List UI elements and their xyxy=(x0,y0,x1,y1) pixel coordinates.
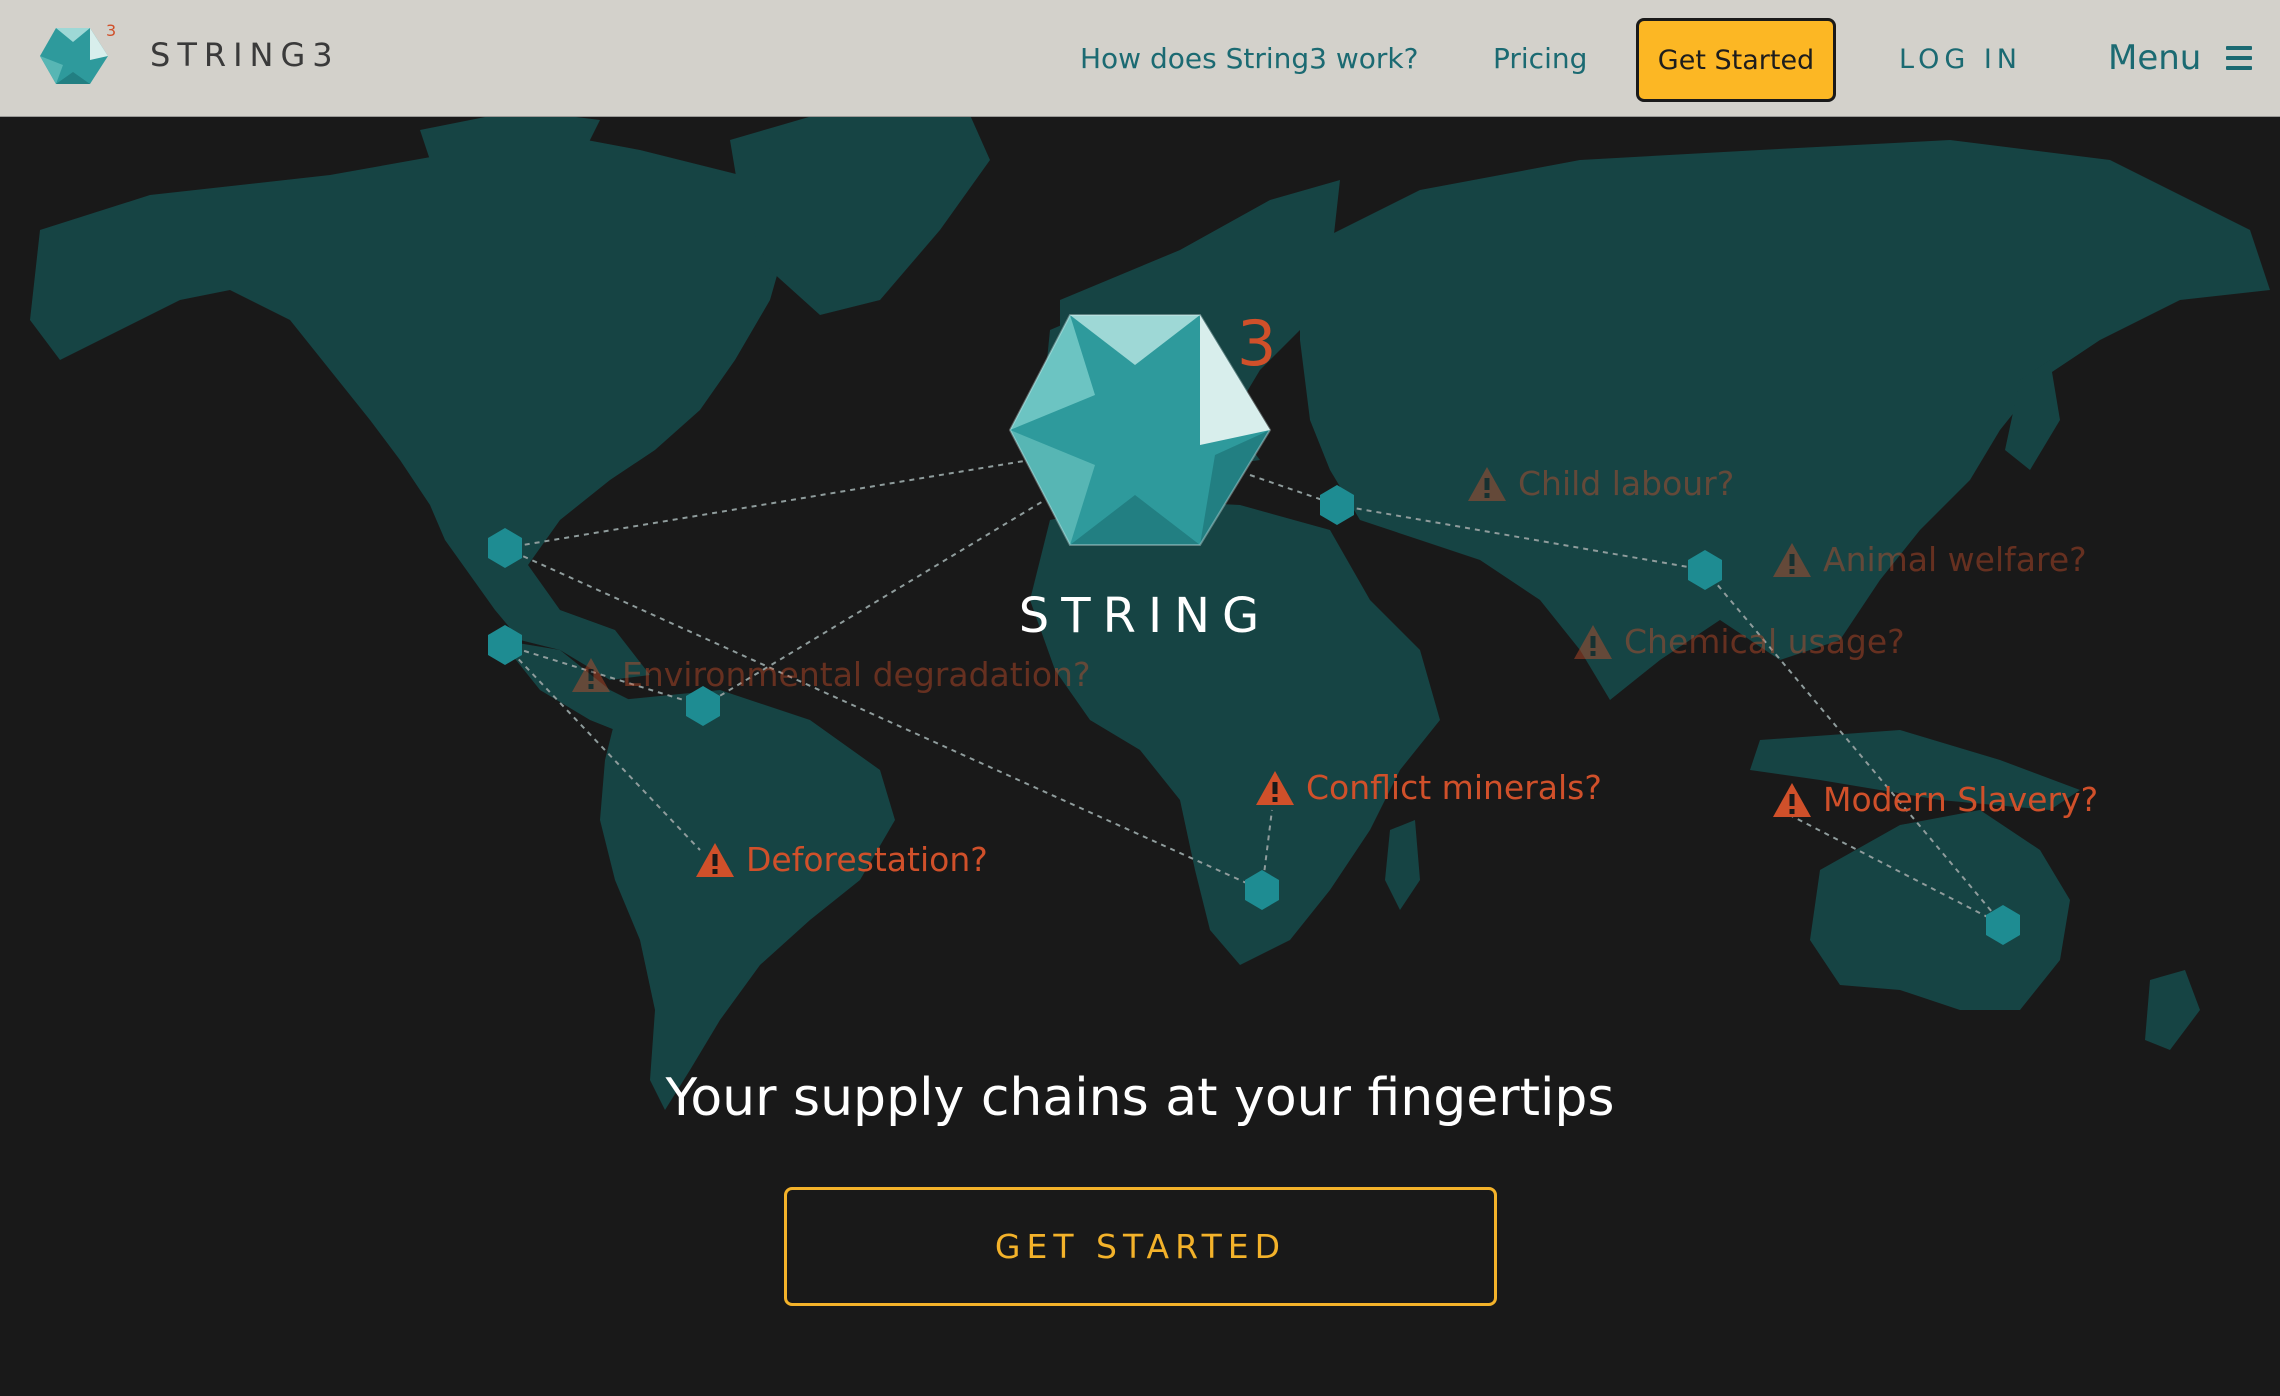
warning-icon xyxy=(696,842,734,877)
issue-label: Environmental degradation? xyxy=(622,655,1091,694)
logo-superscript: 3 xyxy=(1237,307,1276,380)
issue-label: Animal welfare? xyxy=(1823,540,2087,579)
hamburger-menu-icon[interactable] xyxy=(2226,46,2252,70)
warning-icon xyxy=(1773,542,1811,577)
issue-label: Deforestation? xyxy=(746,840,988,879)
warning-icon xyxy=(1773,782,1811,817)
north-america-landmass xyxy=(30,135,790,680)
issue-deforestation: Deforestation? xyxy=(694,840,988,879)
menu-button[interactable]: Menu xyxy=(2108,38,2201,78)
login-link[interactable]: LOG IN xyxy=(1899,44,2022,75)
warning-icon xyxy=(1468,466,1506,501)
warning-icon xyxy=(572,657,610,692)
issue-label: Child labour? xyxy=(1518,464,1735,503)
logo-title: STRING xyxy=(1018,588,1272,644)
string-logo-hexagon: 3 xyxy=(1008,307,1276,546)
issue-label: Conflict minerals? xyxy=(1306,768,1602,807)
nav-get-started-button[interactable]: Get Started xyxy=(1636,18,1836,102)
africa-landmass xyxy=(1030,500,1440,965)
nav-pricing-link[interactable]: Pricing xyxy=(1493,42,1587,75)
top-navigation-bar: 3 STRING3 How does String3 work? Pricing… xyxy=(0,0,2280,117)
madagascar-landmass xyxy=(1385,820,1420,910)
asia-landmass xyxy=(1300,140,2270,700)
australia-landmass xyxy=(1810,810,2070,1010)
warning-icon xyxy=(1574,624,1612,659)
warning-icon xyxy=(1256,770,1294,805)
issue-child-labour: Child labour? xyxy=(1466,464,1734,503)
issue-chemical-usage: Chemical usage? xyxy=(1572,622,1905,661)
svg-text:3: 3 xyxy=(106,21,116,40)
issue-environmental-degradation: Environmental degradation? xyxy=(570,655,1090,694)
issue-conflict-minerals: Conflict minerals? xyxy=(1254,768,1602,807)
new-zealand-landmass xyxy=(2145,970,2200,1050)
south-america-landmass xyxy=(600,690,895,1110)
brand-name[interactable]: STRING3 xyxy=(150,36,340,74)
issue-animal-welfare: Animal welfare? xyxy=(1771,540,2087,579)
issue-label: Chemical usage? xyxy=(1624,622,1905,661)
issue-modern-slavery: Modern Slavery? xyxy=(1771,780,2098,819)
string3-logo-icon[interactable]: 3 xyxy=(38,20,120,92)
nav-how-it-works-link[interactable]: How does String3 work? xyxy=(1080,42,1419,75)
hero-get-started-button[interactable]: GET STARTED xyxy=(784,1187,1497,1306)
issue-label: Modern Slavery? xyxy=(1823,780,2099,819)
hero-tagline: Your supply chains at your fingertips xyxy=(665,1068,1615,1128)
